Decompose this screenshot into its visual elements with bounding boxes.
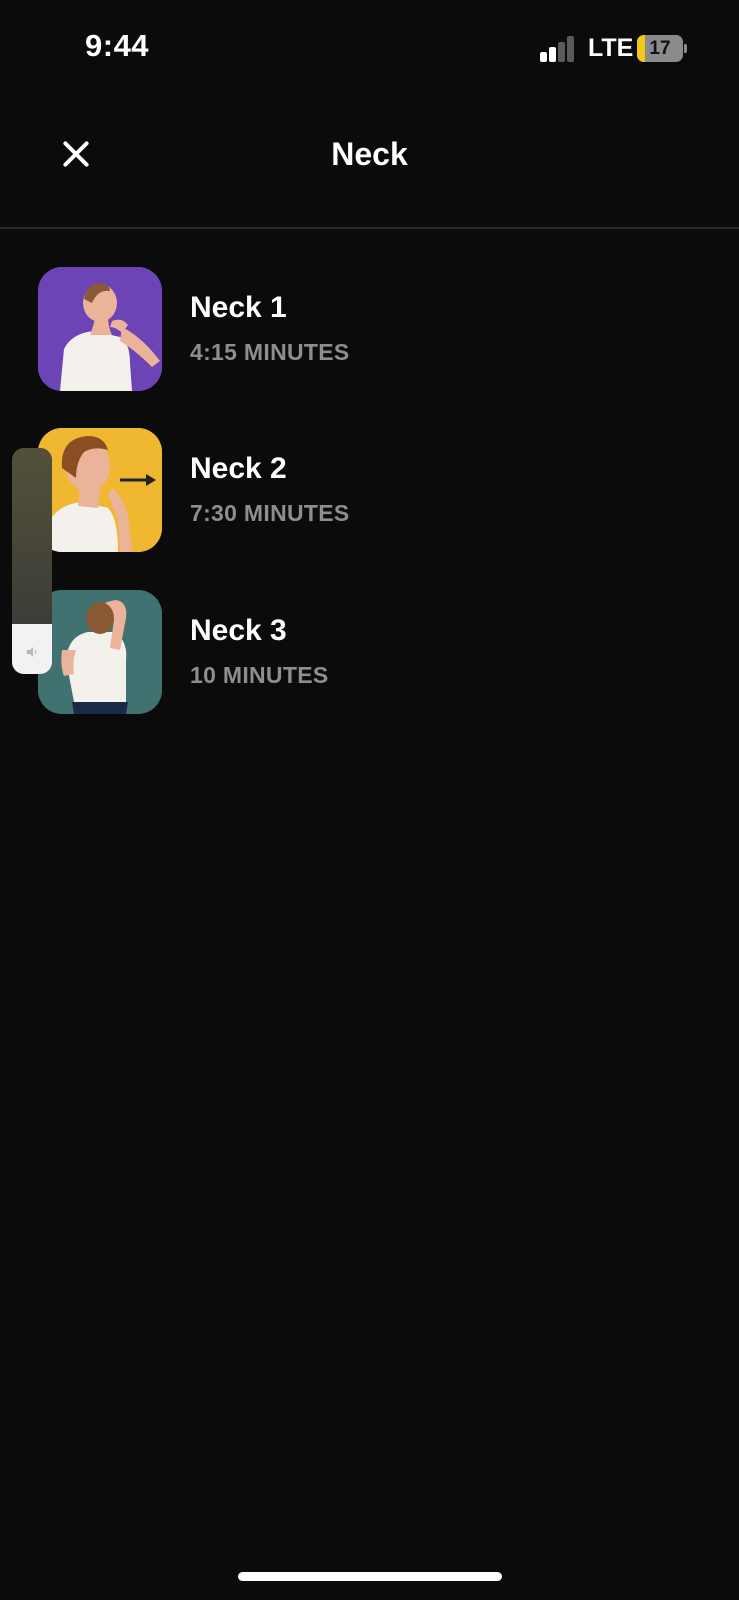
- neck-tilt-illustration-icon: [38, 267, 162, 391]
- status-time: 9:44: [85, 28, 150, 63]
- page-title: Neck: [331, 136, 408, 172]
- exercise-duration: 4:15 MINUTES: [190, 339, 350, 365]
- exercise-item-neck-1[interactable]: Neck 1 4:15 MINUTES: [0, 267, 739, 391]
- battery-level: 17: [649, 38, 671, 59]
- exercise-duration: 7:30 MINUTES: [190, 500, 350, 526]
- exercise-title: Neck 2: [190, 452, 287, 485]
- chin-tuck-illustration-icon: [38, 428, 162, 552]
- home-indicator[interactable]: [238, 1572, 502, 1581]
- network-type-label: LTE: [588, 34, 634, 62]
- exercise-title: Neck 3: [190, 614, 287, 647]
- cellular-signal-icon: [540, 36, 576, 62]
- speaker-icon: [27, 647, 37, 657]
- header: Neck: [0, 110, 739, 228]
- header-divider: [0, 227, 739, 229]
- volume-slider[interactable]: [12, 448, 52, 674]
- app-screen: 9:44 LTE 17 Neck Neck 1 4:15 MINUTES Nec…: [0, 0, 739, 1600]
- battery-icon: 17: [637, 35, 687, 62]
- exercise-item-neck-2[interactable]: Neck 2 7:30 MINUTES: [0, 428, 739, 552]
- exercise-item-neck-3[interactable]: Neck 3 10 MINUTES: [0, 590, 739, 714]
- status-bar: 9:44 LTE 17: [0, 0, 739, 100]
- exercise-duration: 10 MINUTES: [190, 662, 329, 688]
- arm-stretch-illustration-icon: [38, 590, 162, 714]
- exercise-title: Neck 1: [190, 291, 287, 324]
